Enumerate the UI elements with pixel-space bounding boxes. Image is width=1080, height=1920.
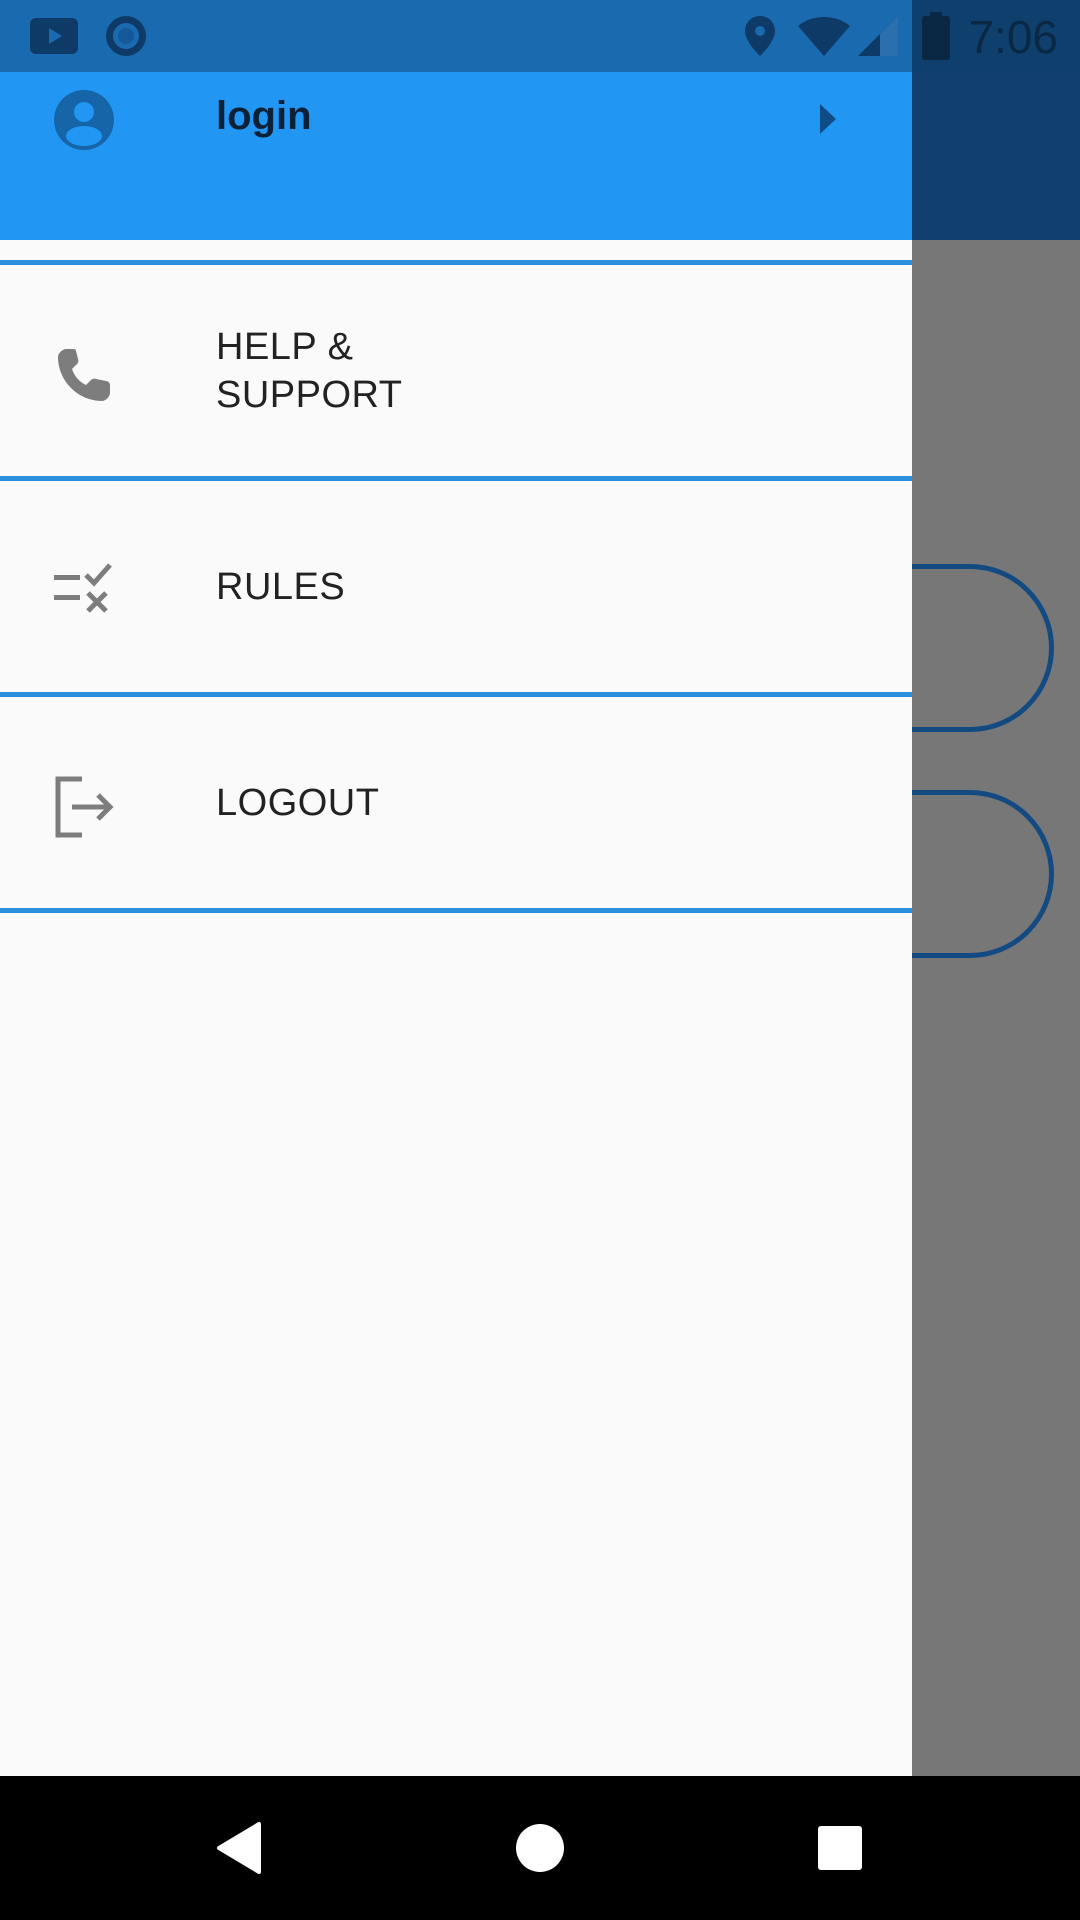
system-nav-bar bbox=[0, 1776, 1080, 1920]
back-button[interactable] bbox=[180, 1776, 300, 1920]
drawer-header: login bbox=[0, 72, 912, 240]
navigation-drawer: login HELP & SUPPORT RULES LOGOUT bbox=[0, 72, 912, 1776]
menu-item-help-support[interactable]: HELP & SUPPORT bbox=[0, 265, 912, 477]
menu-item-logout[interactable]: LOGOUT bbox=[0, 697, 912, 909]
account-row[interactable]: login bbox=[0, 72, 912, 168]
cellular-signal-icon bbox=[858, 16, 898, 56]
circle-app-icon bbox=[106, 16, 146, 56]
arrow-right-icon[interactable] bbox=[820, 104, 836, 134]
youtube-icon bbox=[30, 18, 78, 54]
menu-label-logout: LOGOUT bbox=[216, 782, 380, 824]
rules-checklist-icon bbox=[54, 563, 112, 613]
recents-icon bbox=[818, 1826, 862, 1870]
menu-label-rules: RULES bbox=[216, 566, 346, 608]
location-icon bbox=[745, 16, 775, 56]
phone-icon bbox=[58, 349, 110, 401]
logout-icon bbox=[55, 776, 114, 838]
menu-label-help-support: HELP & SUPPORT bbox=[216, 326, 403, 416]
menu-item-rules[interactable]: RULES bbox=[0, 481, 912, 693]
status-bar: 7:06 bbox=[0, 0, 1080, 72]
login-label: login bbox=[216, 94, 312, 138]
account-circle-icon bbox=[54, 90, 114, 150]
battery-icon bbox=[922, 12, 950, 60]
home-button[interactable] bbox=[480, 1776, 600, 1920]
home-icon bbox=[516, 1824, 564, 1872]
status-time: 7:06 bbox=[968, 11, 1058, 63]
back-icon bbox=[217, 1822, 261, 1874]
recents-button[interactable] bbox=[780, 1776, 900, 1920]
wifi-icon bbox=[798, 17, 850, 56]
